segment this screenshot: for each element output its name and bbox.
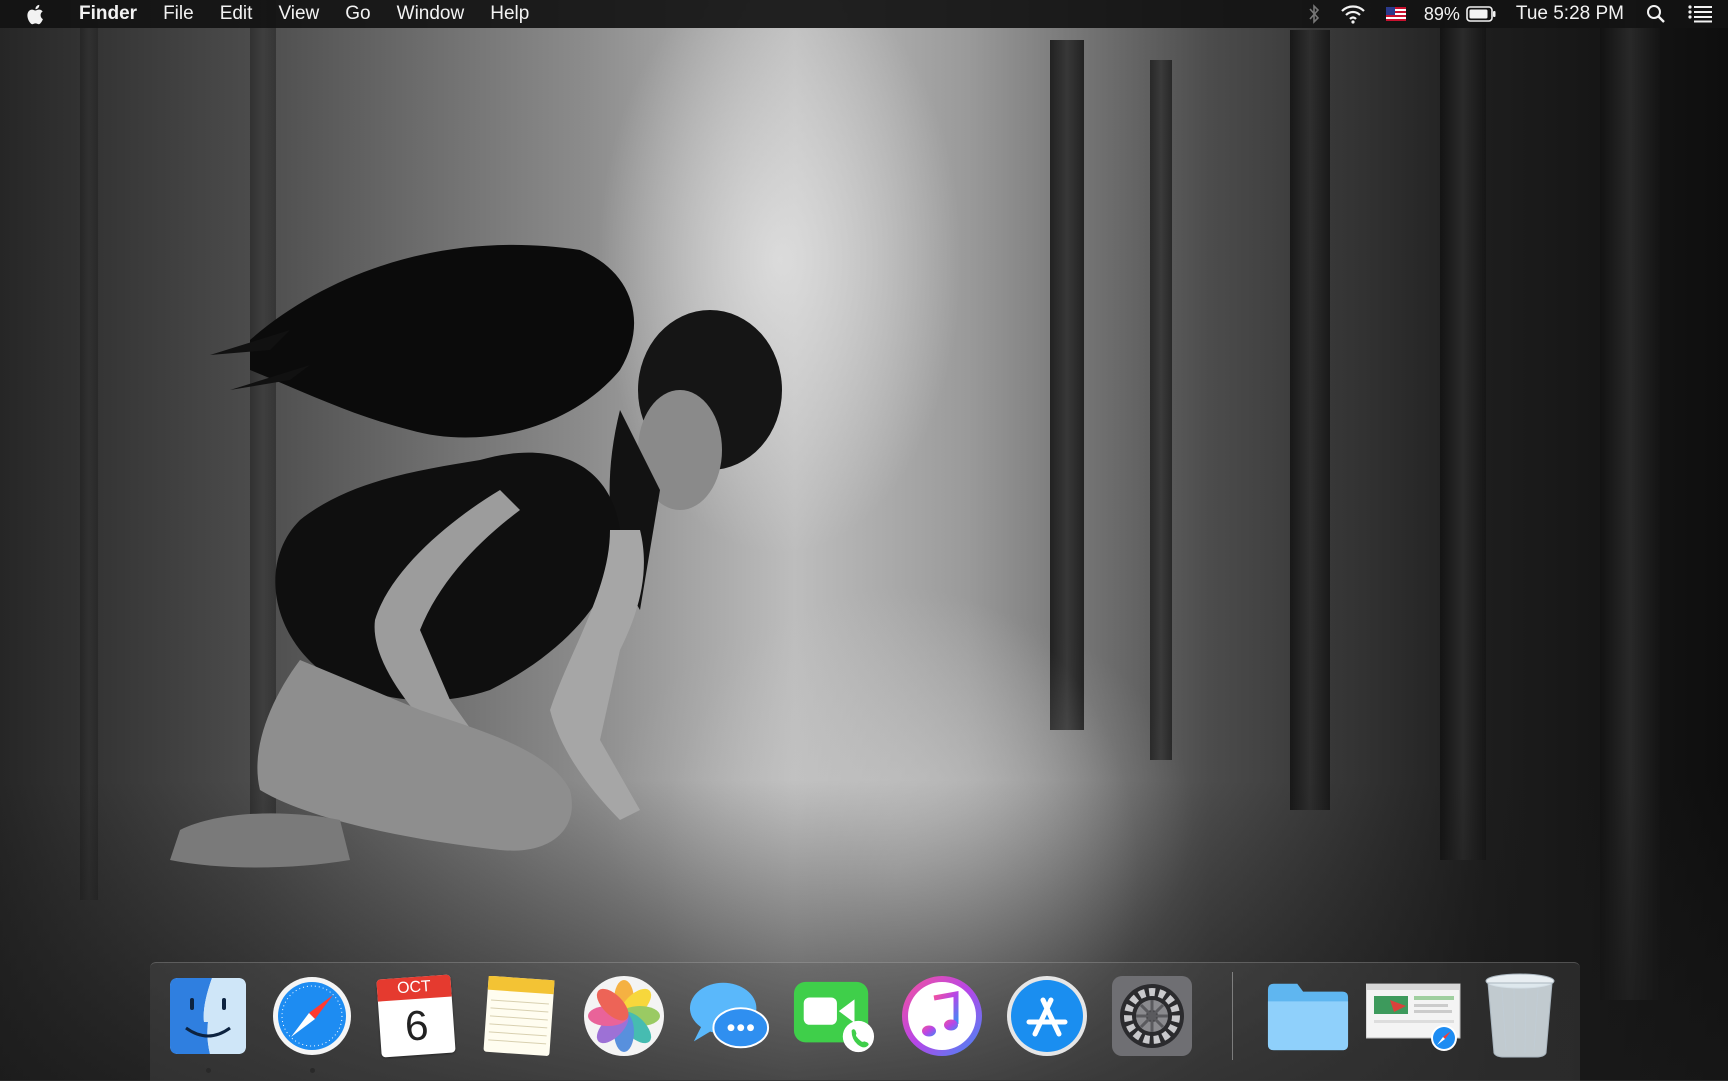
finder-running-indicator (206, 1068, 211, 1073)
itunes-icon (902, 976, 982, 1056)
dock-finder[interactable] (166, 974, 250, 1058)
menu-window[interactable]: Window (384, 0, 478, 28)
dock-app-store[interactable] (1005, 974, 1089, 1058)
bluetooth-icon[interactable] (1308, 0, 1320, 28)
apple-menu-icon[interactable] (26, 3, 46, 25)
safari-running-indicator (310, 1068, 315, 1073)
dock-system-preferences[interactable] (1110, 974, 1194, 1058)
dock-messages[interactable] (688, 974, 772, 1058)
desktop-wallpaper (0, 0, 1728, 1080)
safari-icon (273, 977, 351, 1055)
notes-icon (483, 976, 555, 1056)
dock-calendar[interactable]: OCT 6 (374, 974, 458, 1058)
menu-help[interactable]: Help (477, 0, 542, 28)
trash-icon (1485, 973, 1555, 1058)
facetime-icon (793, 981, 875, 1053)
wallpaper-figure (170, 244, 782, 868)
messages-icon (689, 982, 770, 1049)
wifi-icon[interactable] (1340, 0, 1366, 28)
clock[interactable]: Tue 5:28 PM (1516, 0, 1624, 28)
menu-file[interactable]: File (150, 0, 207, 28)
dock-separator (1232, 972, 1233, 1060)
dock-itunes[interactable] (900, 974, 984, 1058)
app-store-icon (1007, 976, 1087, 1056)
system-preferences-icon (1112, 976, 1192, 1056)
notification-center-icon[interactable] (1688, 0, 1712, 28)
app-menu-finder[interactable]: Finder (66, 0, 150, 28)
spotlight-search-icon[interactable] (1646, 0, 1666, 28)
calendar-icon: OCT 6 (376, 974, 456, 1058)
minimized-window-icon (1366, 983, 1461, 1051)
dock-minimized-safari-window[interactable] (1366, 974, 1462, 1058)
folder-icon (1267, 983, 1349, 1051)
menu-bar: Finder File Edit View Go Window Help 89%… (0, 0, 1728, 28)
dock-photos[interactable] (582, 974, 666, 1058)
finder-icon (170, 978, 246, 1054)
dock-trash[interactable] (1478, 973, 1562, 1058)
dock-facetime[interactable] (792, 974, 876, 1058)
dock-notes[interactable] (478, 974, 562, 1058)
menu-view[interactable]: View (265, 0, 332, 28)
battery-status: 89% (1424, 0, 1496, 28)
dock-downloads-folder[interactable] (1266, 974, 1350, 1058)
photos-icon (584, 976, 664, 1056)
calendar-day: 6 (403, 1001, 430, 1050)
dock-safari[interactable] (270, 974, 354, 1058)
us-flag-input-icon[interactable] (1385, 0, 1406, 28)
battery-icon[interactable] (1466, 6, 1496, 22)
battery-percent: 89% (1423, 3, 1460, 24)
menu-edit[interactable]: Edit (207, 0, 266, 28)
menu-go[interactable]: Go (332, 0, 383, 28)
